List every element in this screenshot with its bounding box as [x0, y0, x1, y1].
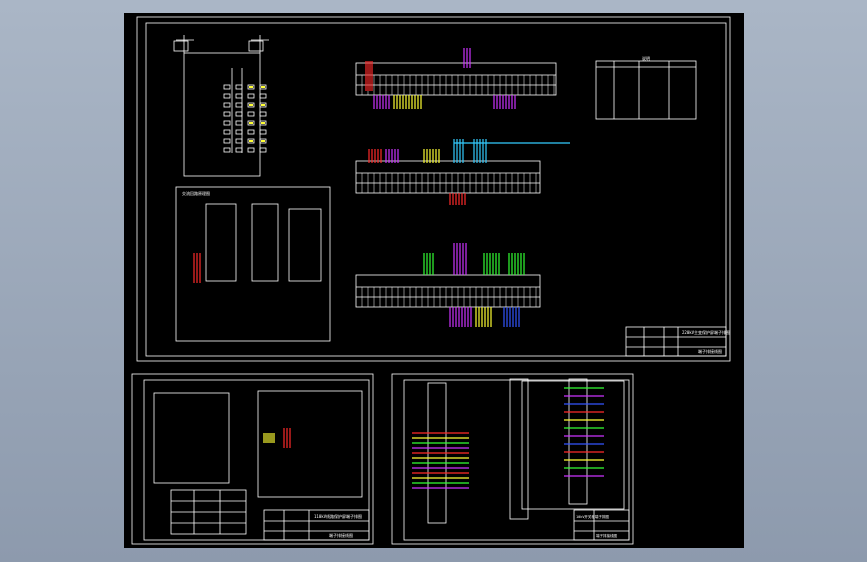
relay-contact: [223, 138, 231, 144]
relay-contact: [235, 120, 243, 126]
relay-contact: [223, 129, 231, 135]
sheet-lower-left: 110kV线路保护屏端子排图 端子排接线图: [131, 373, 374, 545]
sheet-ll-title-text-a: 110kV线路保护屏端子排图: [314, 513, 362, 519]
relay-contact-mark: [249, 86, 253, 88]
relay-contact-mark: [261, 104, 265, 106]
relay-contact: [223, 93, 231, 99]
relay-contact-mark: [249, 122, 253, 124]
info-table: [595, 60, 697, 120]
terminal-strip-2: [355, 160, 541, 194]
sheet-ll-wires: [263, 428, 291, 448]
relay-contact-mark: [261, 122, 265, 124]
cad-drawing: 220kV主变保护屏端子排图 端子排接线图 交流回路原理图 说明 110kV线路…: [131, 16, 731, 545]
relay-contact: [235, 93, 243, 99]
relay-contact: [235, 84, 243, 90]
relay-contact: [247, 129, 255, 135]
sheet-lr-wires: [412, 387, 604, 489]
relay-contact: [223, 120, 231, 126]
relay-contact: [235, 138, 243, 144]
relay-contact: [223, 102, 231, 108]
relay-contact-mark: [261, 86, 265, 88]
info-table-header: 说明: [642, 55, 650, 61]
relay-contact: [235, 102, 243, 108]
sheet-lr-title-text-b: 端子排接线图: [596, 533, 617, 538]
sheet-main-title-text-a: 220kV主变保护屏端子排图: [682, 329, 730, 335]
inset-title: 交流回路原理图: [182, 190, 210, 196]
colored-wire-groups: [193, 48, 570, 327]
relay-contact: [223, 84, 231, 90]
relay-contact: [259, 147, 267, 153]
relay-contact: [223, 111, 231, 117]
relay-contact-mark: [249, 140, 253, 142]
relay-contact: [235, 111, 243, 117]
terminal-strip-ticks: [361, 75, 555, 307]
relay-contact: [247, 93, 255, 99]
relay-contact: [259, 111, 267, 117]
relay-contact: [259, 93, 267, 99]
relay-contact: [235, 147, 243, 153]
sheet-lower-right: 10kV开关柜端子排图 端子排接线图: [391, 373, 634, 545]
sheet-ll-title-text-b: 端子排接线图: [329, 532, 353, 538]
sheet-main-title-text-b: 端子排接线图: [698, 348, 722, 354]
sheet-lr-title-text-a: 10kV开关柜端子排图: [576, 514, 609, 519]
relay-contact-mark: [261, 140, 265, 142]
cad-model-space[interactable]: 220kV主变保护屏端子排图 端子排接线图 交流回路原理图 说明 110kV线路…: [124, 13, 744, 548]
schematic-top-left: [173, 35, 269, 177]
relay-contact: [259, 129, 267, 135]
terminal-strip-3: [355, 274, 541, 308]
relay-contact: [223, 147, 231, 153]
inset-circuit-box: [175, 186, 331, 342]
relay-contact: [247, 147, 255, 153]
relay-contact: [247, 111, 255, 117]
relay-contact-mark: [249, 104, 253, 106]
relay-contact: [235, 129, 243, 135]
sheet-main-outer-border: [136, 16, 731, 362]
sheet-main: 220kV主变保护屏端子排图 端子排接线图 交流回路原理图 说明: [136, 16, 731, 362]
